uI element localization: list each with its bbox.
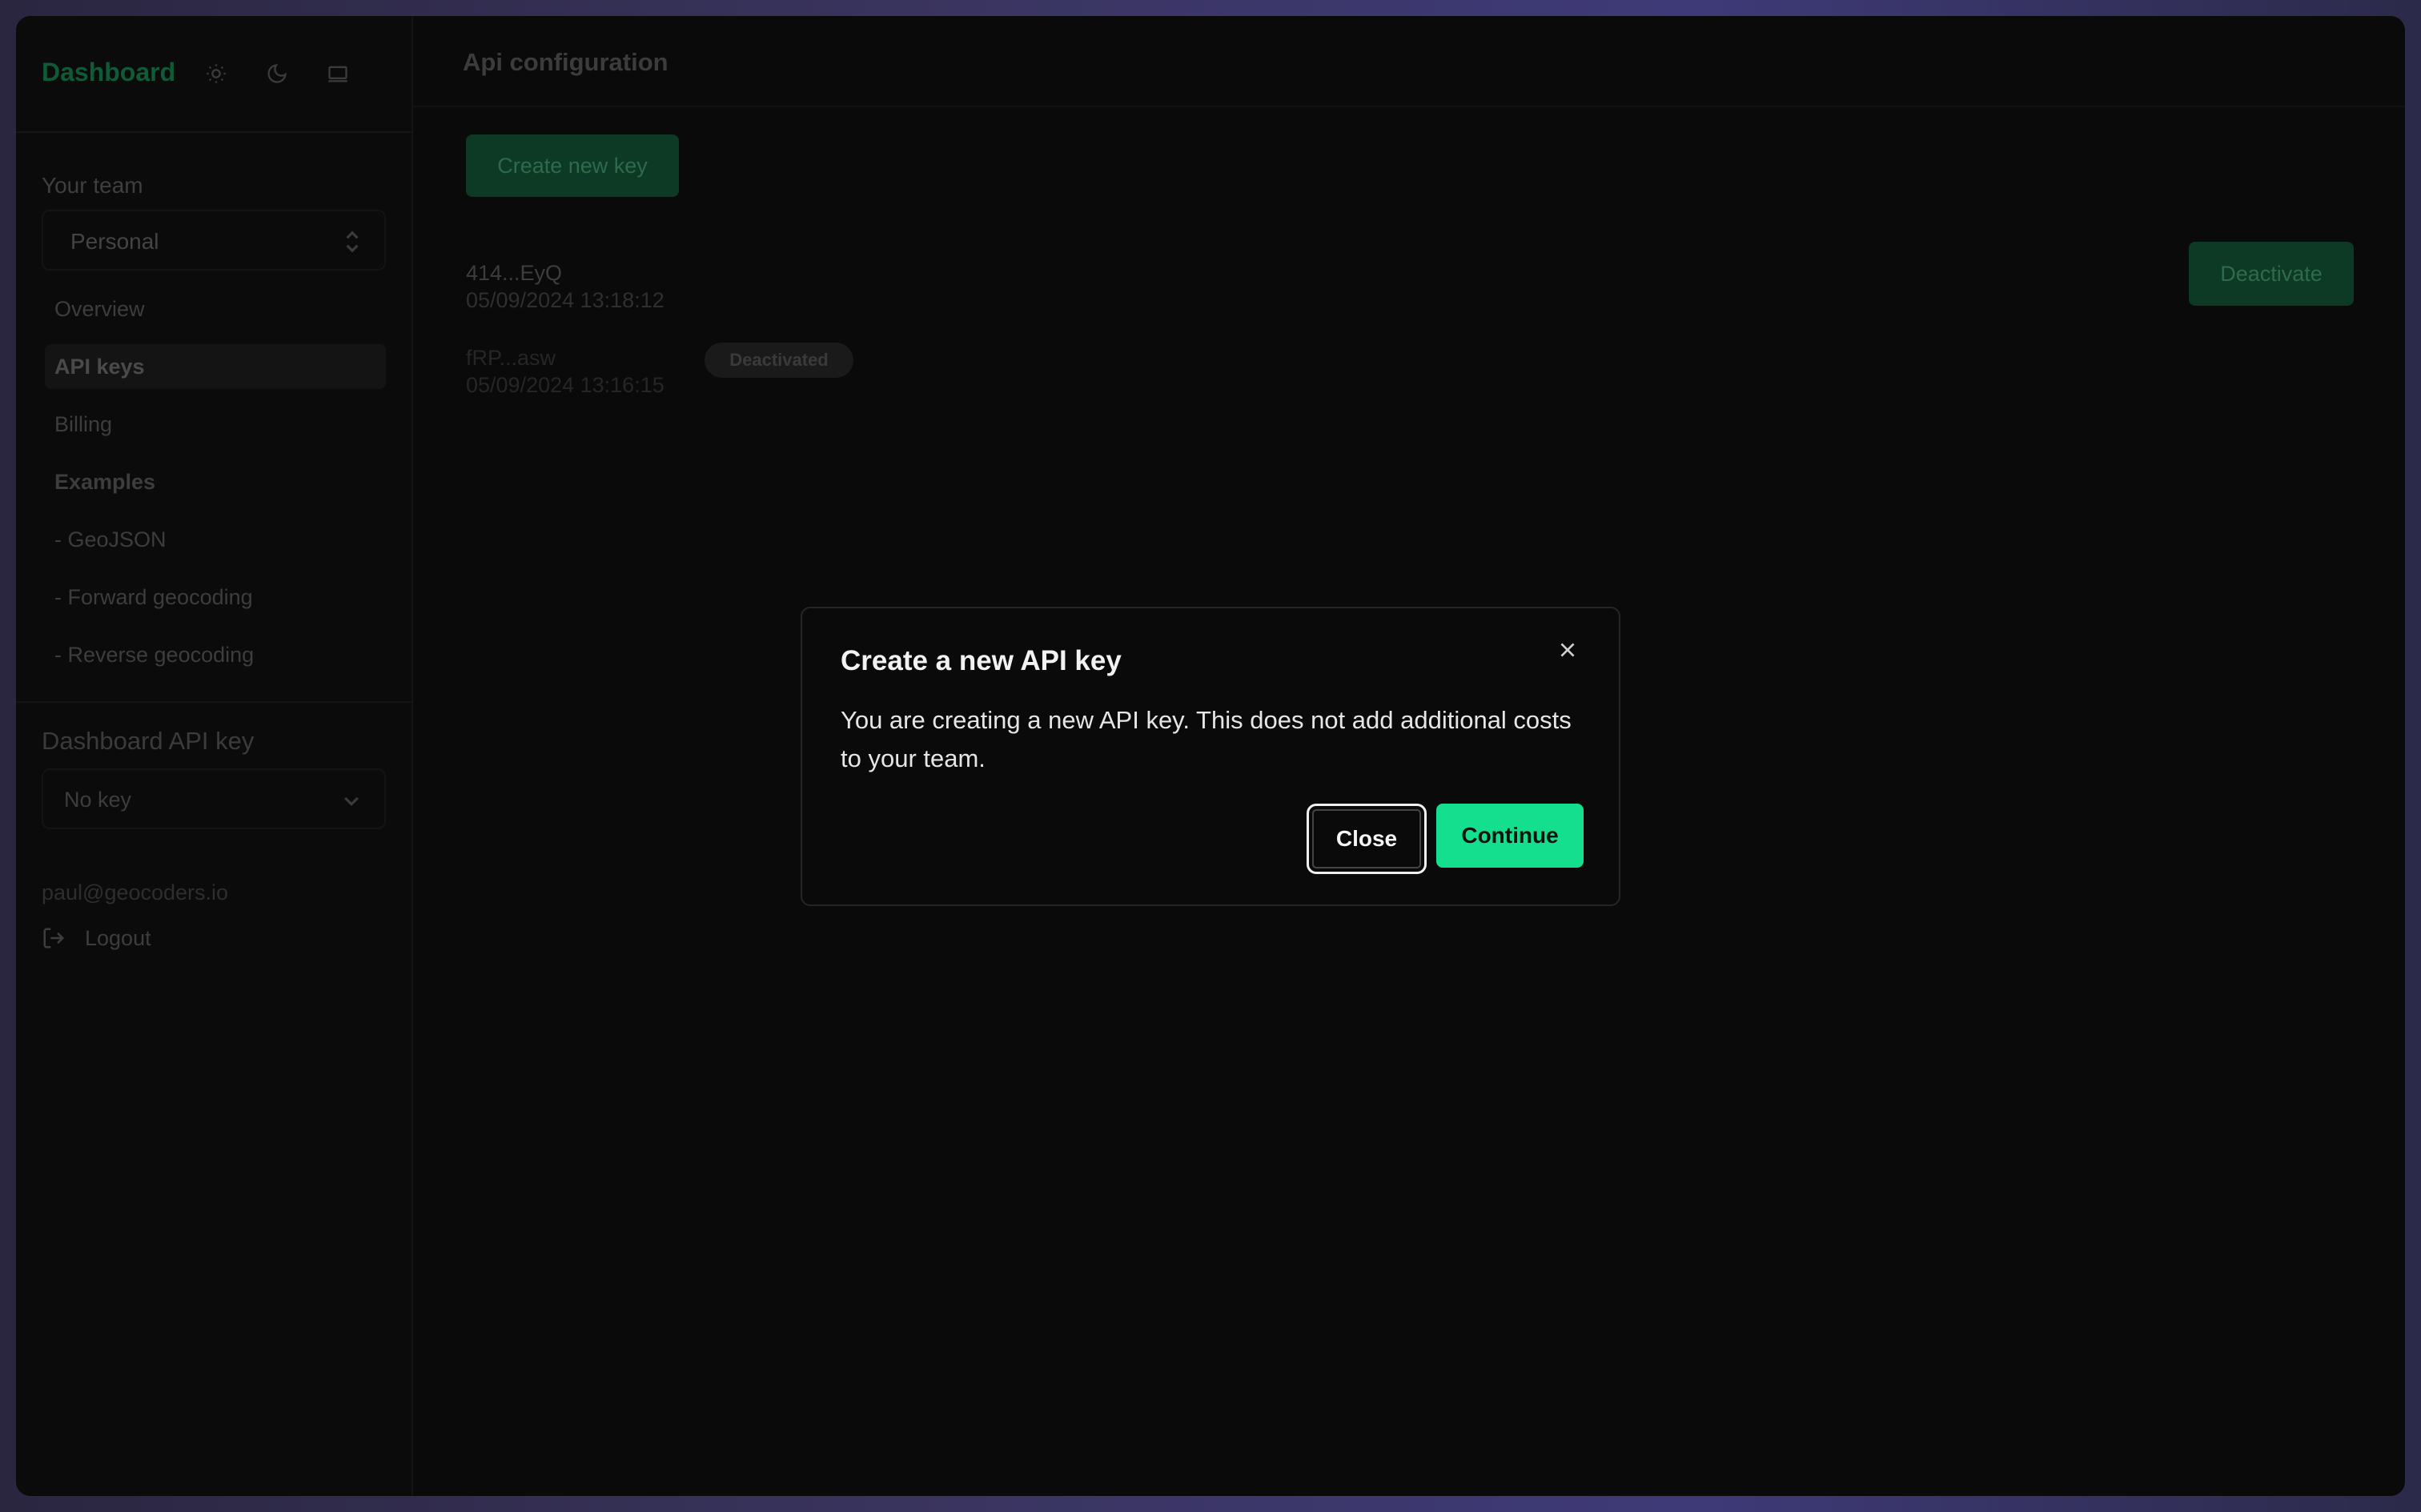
top-bar: Api configuration xyxy=(413,16,2405,107)
sidebar-item-overview[interactable]: Overview xyxy=(45,287,386,331)
logout-label: Logout xyxy=(85,925,151,950)
create-api-key-dialog: Create a new API key You are creating a … xyxy=(801,607,1620,906)
dashboard-api-key-value: No key xyxy=(64,788,132,812)
sidebar: Dashboard Your team Personal Overview AP… xyxy=(16,16,413,1496)
app-window: Dashboard Your team Personal Overview AP… xyxy=(16,16,2405,1496)
sun-icon[interactable] xyxy=(200,58,232,90)
close-icon[interactable] xyxy=(1553,636,1582,664)
team-label: Your team xyxy=(42,173,143,198)
brand-title[interactable]: Dashboard xyxy=(42,58,175,87)
sidebar-item-billing[interactable]: Billing xyxy=(45,402,386,447)
chevron-down-icon xyxy=(344,796,359,806)
continue-button[interactable]: Continue xyxy=(1436,804,1584,868)
window-frame: Dashboard Your team Personal Overview AP… xyxy=(0,0,2421,1512)
sidebar-item-reverse-geocoding[interactable]: - Reverse geocoding xyxy=(45,632,386,677)
api-key-date: 05/09/2024 13:16:15 xyxy=(466,373,664,397)
deactivate-button[interactable]: Deactivate xyxy=(2189,242,2354,306)
api-key-row: fRP...asw 05/09/2024 13:16:15 xyxy=(466,344,664,399)
logout-button[interactable]: Logout xyxy=(42,922,151,954)
create-new-key-button[interactable]: Create new key xyxy=(466,134,679,197)
sidebar-divider xyxy=(16,701,413,703)
sidebar-item-forward-geocoding[interactable]: - Forward geocoding xyxy=(45,575,386,620)
monitor-icon[interactable] xyxy=(322,58,354,90)
logout-icon xyxy=(43,928,65,949)
sidebar-item-examples[interactable]: Examples xyxy=(45,459,386,504)
dialog-description: You are creating a new API key. This doe… xyxy=(841,706,1572,772)
sidebar-header: Dashboard xyxy=(16,16,413,133)
api-key-row: 414...EyQ 05/09/2024 13:18:12 xyxy=(466,259,664,314)
sidebar-item-api-keys[interactable]: API keys xyxy=(45,344,386,389)
user-email: paul@geocoders.io xyxy=(42,880,229,904)
dashboard-api-key-label: Dashboard API key xyxy=(42,727,255,755)
api-key-date: 05/09/2024 13:18:12 xyxy=(466,288,664,312)
close-button[interactable]: Close xyxy=(1307,804,1427,874)
dialog-title: Create a new API key xyxy=(841,645,1122,676)
status-badge: Deactivated xyxy=(705,343,853,378)
chevron-up-down-icon xyxy=(346,231,359,253)
team-select-value: Personal xyxy=(70,229,159,254)
moon-icon[interactable] xyxy=(261,58,293,90)
dashboard-api-key-select[interactable]: No key xyxy=(42,768,386,829)
api-key-name: fRP...asw xyxy=(466,346,556,370)
team-select[interactable]: Personal xyxy=(42,210,386,271)
page-title: Api configuration xyxy=(463,48,668,76)
sidebar-item-geojson[interactable]: - GeoJSON xyxy=(45,517,386,562)
api-key-name: 414...EyQ xyxy=(466,261,563,285)
